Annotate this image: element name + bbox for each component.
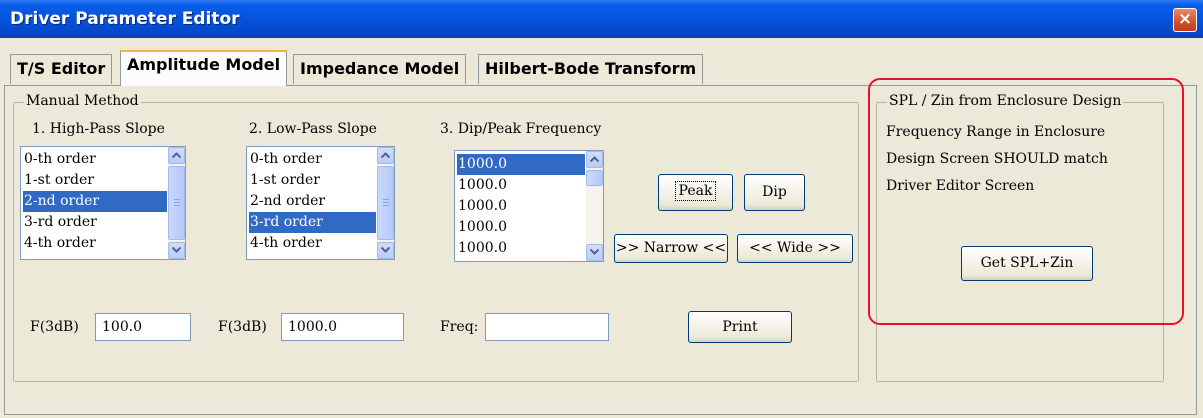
list-item-selected[interactable]: 2-nd order bbox=[23, 191, 167, 212]
list-item[interactable]: 1-st order bbox=[23, 170, 167, 191]
tab-label: Impedance Model bbox=[300, 59, 460, 78]
get-spl-zin-button[interactable]: Get SPL+Zin bbox=[961, 246, 1093, 281]
freq-label: Freq: bbox=[440, 319, 479, 335]
tab-hilbert-bode-transform[interactable]: Hilbert-Bode Transform bbox=[478, 54, 704, 84]
spl-zin-legend: SPL / Zin from Enclosure Design bbox=[887, 93, 1124, 109]
scroll-thumb[interactable] bbox=[586, 170, 603, 186]
chevron-down-icon bbox=[590, 249, 599, 255]
spl-zin-group: SPL / Zin from Enclosure Design bbox=[876, 93, 1164, 382]
highpass-scrollbar[interactable] bbox=[168, 147, 185, 259]
scroll-thumb[interactable] bbox=[377, 166, 394, 240]
dippeak-items: 1000.0 1000.0 1000.0 1000.0 1000.0 bbox=[457, 154, 585, 259]
scroll-down-arrow[interactable] bbox=[586, 244, 603, 261]
tab-label: Hilbert-Bode Transform bbox=[485, 59, 697, 78]
wide-button[interactable]: << Wide >> bbox=[737, 234, 853, 263]
window-title: Driver Parameter Editor bbox=[10, 9, 240, 29]
list-item[interactable]: 1000.0 bbox=[457, 217, 585, 238]
narrow-button[interactable]: >> Narrow << bbox=[614, 234, 728, 263]
highpass-f3db-input[interactable]: 100.0 bbox=[95, 313, 191, 341]
scroll-thumb[interactable] bbox=[168, 166, 185, 240]
list-item[interactable]: 0-th order bbox=[23, 149, 167, 170]
list-item[interactable]: 4-th order bbox=[23, 233, 167, 254]
chevron-down-icon bbox=[172, 247, 181, 253]
lowpass-items: 0-th order 1-st order 2-nd order 3-rd or… bbox=[249, 149, 376, 254]
manual-method-legend: Manual Method bbox=[24, 93, 141, 109]
scroll-up-arrow[interactable] bbox=[377, 147, 394, 164]
highpass-f3db-label: F(3dB) bbox=[30, 319, 79, 335]
dippeak-frequency-label: 3. Dip/Peak Frequency bbox=[440, 121, 602, 137]
close-button[interactable]: × bbox=[1173, 8, 1197, 32]
list-item[interactable]: 0-th order bbox=[249, 149, 376, 170]
scroll-up-arrow[interactable] bbox=[586, 151, 603, 168]
dip-button-label: Dip bbox=[762, 184, 787, 200]
chevron-down-icon bbox=[381, 247, 390, 253]
list-item[interactable]: 1000.0 bbox=[457, 196, 585, 217]
spl-note-line: Design Screen SHOULD match bbox=[886, 151, 1108, 167]
get-spl-zin-button-label: Get SPL+Zin bbox=[980, 255, 1074, 271]
list-item-selected[interactable]: 1000.0 bbox=[457, 154, 585, 175]
list-item[interactable]: 1000.0 bbox=[457, 238, 585, 259]
tab-ts-editor[interactable]: T/S Editor bbox=[10, 54, 113, 84]
tab-amplitude-model[interactable]: Amplitude Model bbox=[120, 50, 288, 86]
chevron-up-icon bbox=[172, 152, 181, 158]
spl-note-line: Frequency Range in Enclosure bbox=[886, 124, 1106, 140]
scroll-down-arrow[interactable] bbox=[377, 242, 394, 259]
spl-note-line: Driver Editor Screen bbox=[886, 178, 1035, 194]
lowpass-f3db-input[interactable]: 1000.0 bbox=[281, 313, 404, 341]
list-item[interactable]: 1000.0 bbox=[457, 175, 585, 196]
print-button[interactable]: Print bbox=[688, 311, 792, 343]
lowpass-slope-label: 2. Low-Pass Slope bbox=[249, 121, 377, 137]
close-icon: × bbox=[1177, 9, 1193, 29]
dippeak-frequency-list[interactable]: 1000.0 1000.0 1000.0 1000.0 1000.0 bbox=[454, 150, 604, 262]
lowpass-scrollbar[interactable] bbox=[377, 147, 394, 259]
highpass-items: 0-th order 1-st order 2-nd order 3-rd or… bbox=[23, 149, 167, 254]
lowpass-slope-list[interactable]: 0-th order 1-st order 2-nd order 3-rd or… bbox=[246, 146, 395, 260]
highpass-slope-label: 1. High-Pass Slope bbox=[32, 121, 165, 137]
chevron-up-icon bbox=[590, 156, 599, 162]
print-button-label: Print bbox=[722, 319, 758, 335]
scroll-down-arrow[interactable] bbox=[168, 242, 185, 259]
tab-label: Amplitude Model bbox=[127, 55, 281, 74]
list-item-selected[interactable]: 3-rd order bbox=[249, 212, 376, 233]
chevron-up-icon bbox=[381, 152, 390, 158]
tab-impedance-model[interactable]: Impedance Model bbox=[293, 54, 467, 84]
dip-button[interactable]: Dip bbox=[744, 174, 805, 211]
list-item[interactable]: 2-nd order bbox=[249, 191, 376, 212]
list-item[interactable]: 3-rd order bbox=[23, 212, 167, 233]
list-item[interactable]: 1-st order bbox=[249, 170, 376, 191]
freq-input[interactable] bbox=[485, 313, 609, 341]
peak-button[interactable]: Peak bbox=[658, 174, 733, 211]
tab-label: T/S Editor bbox=[17, 59, 106, 78]
lowpass-f3db-label: F(3dB) bbox=[218, 319, 267, 335]
wide-button-label: << Wide >> bbox=[749, 240, 841, 256]
narrow-button-label: >> Narrow << bbox=[615, 240, 727, 256]
dippeak-scrollbar[interactable] bbox=[586, 151, 603, 261]
scroll-up-arrow[interactable] bbox=[168, 147, 185, 164]
title-bar: Driver Parameter Editor × bbox=[0, 0, 1203, 38]
list-item[interactable]: 4-th order bbox=[249, 233, 376, 254]
peak-button-label: Peak bbox=[674, 181, 717, 201]
highpass-slope-list[interactable]: 0-th order 1-st order 2-nd order 3-rd or… bbox=[20, 146, 186, 260]
